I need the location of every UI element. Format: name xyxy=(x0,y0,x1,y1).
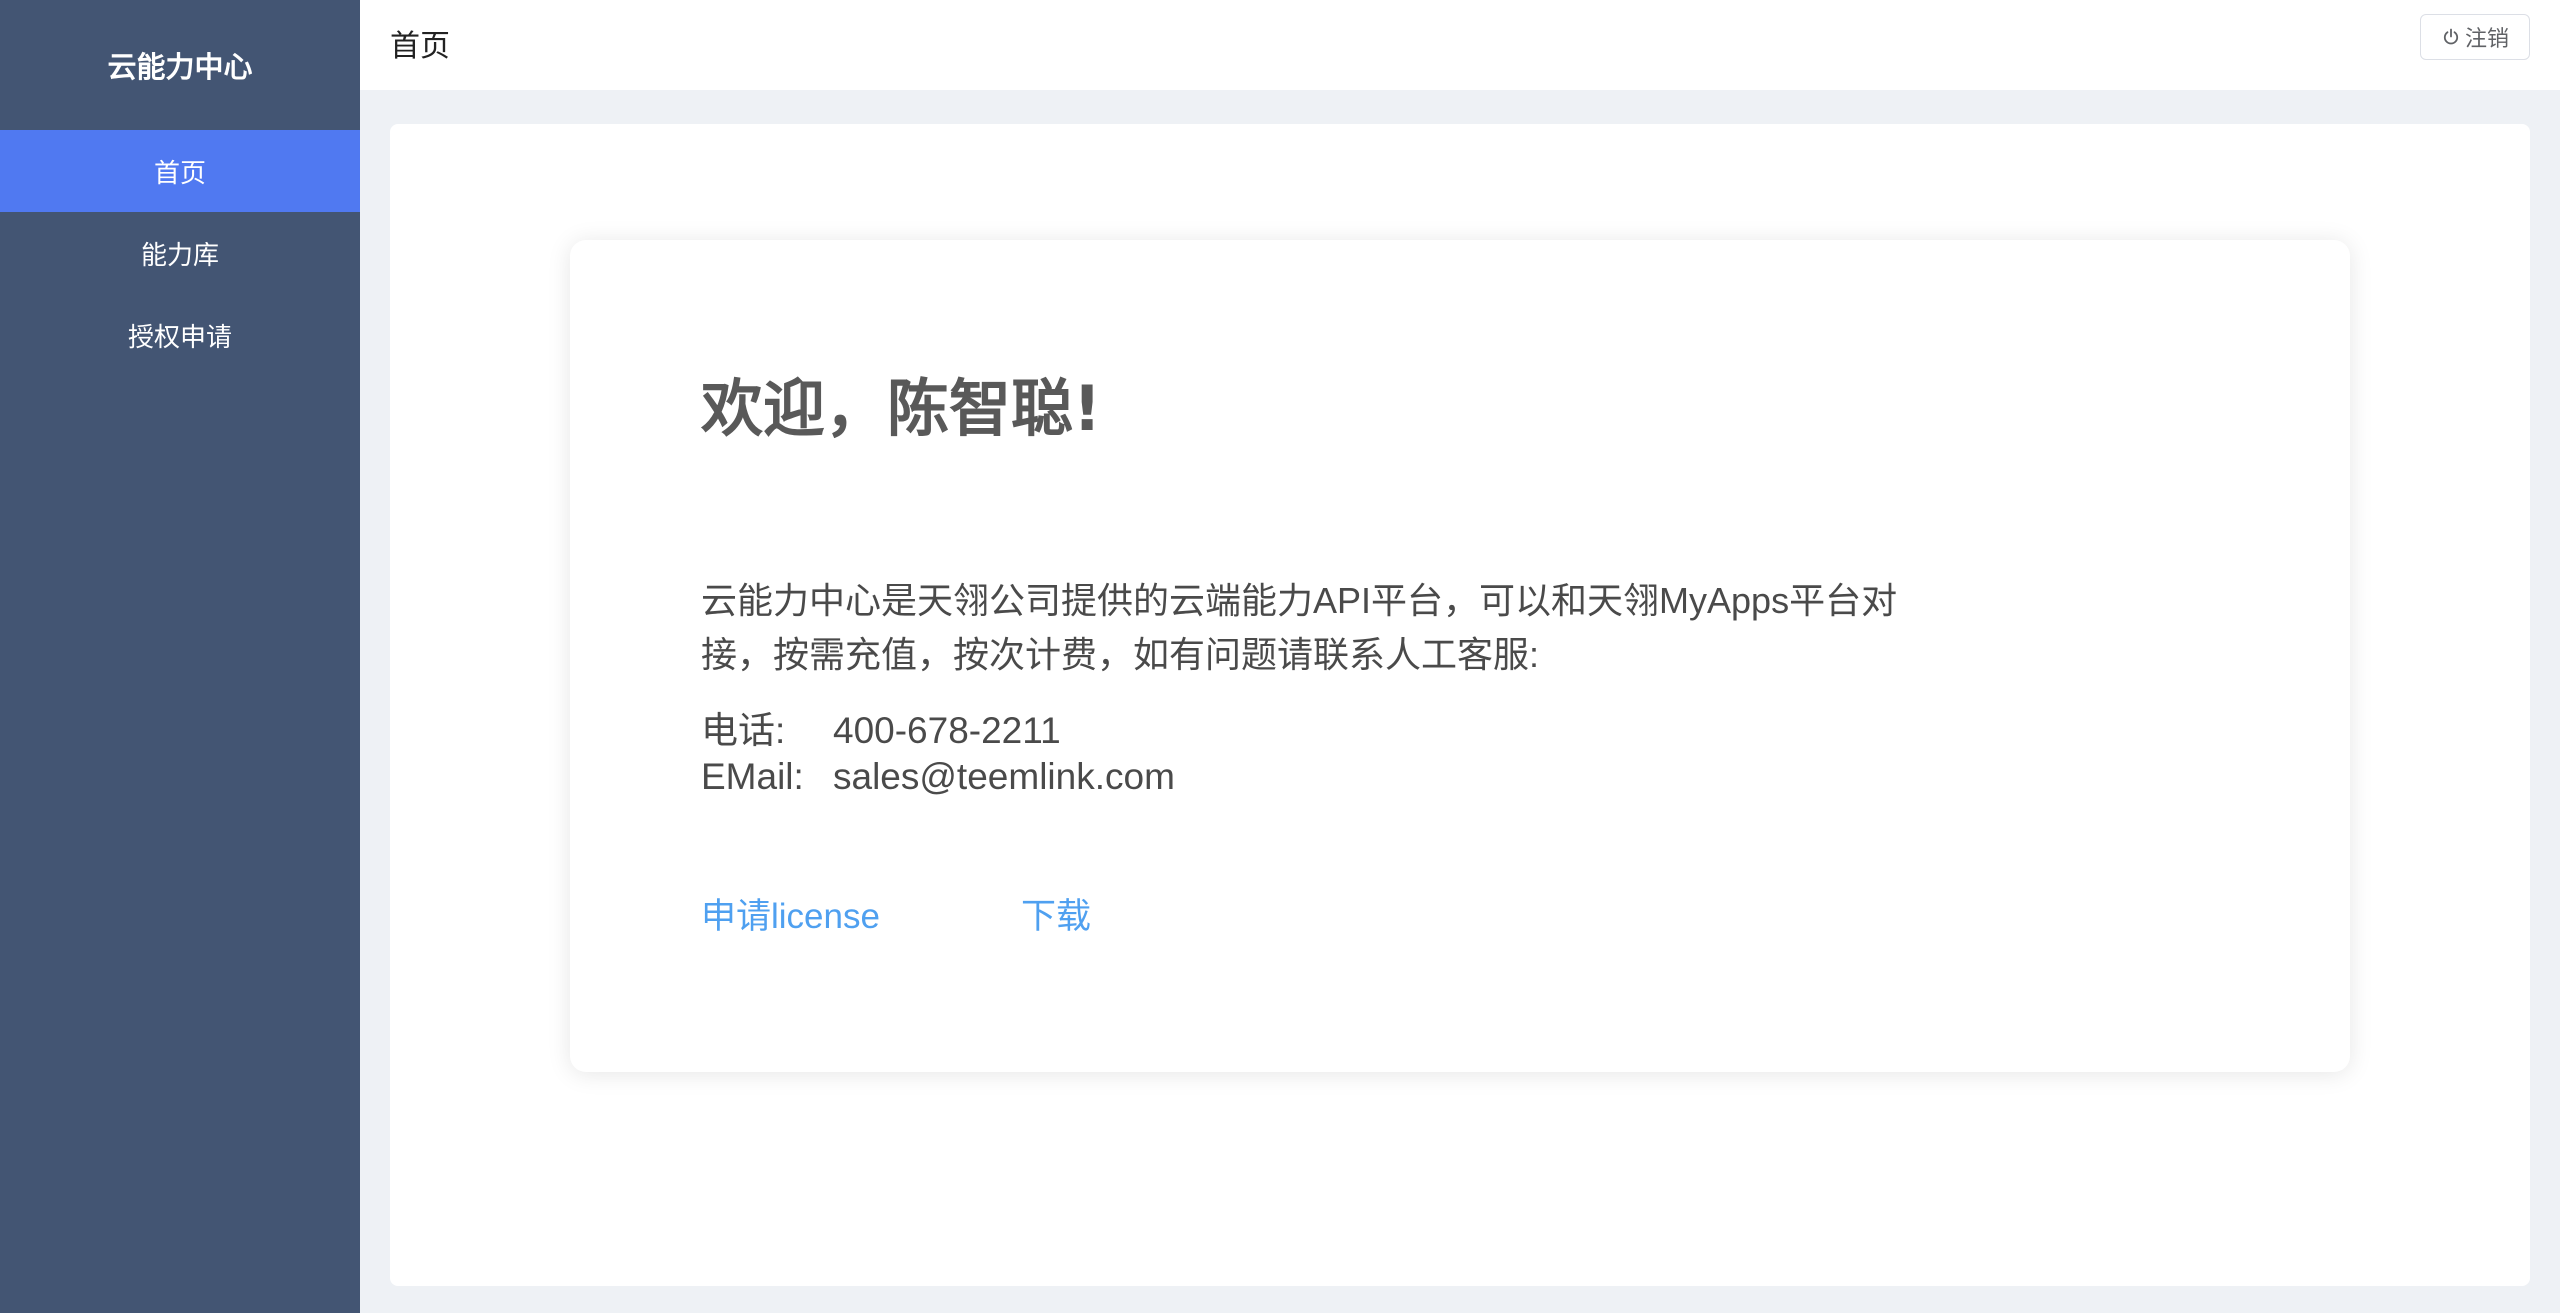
logout-label: 注销 xyxy=(2464,26,2509,51)
email-value: sales@teemlink.com xyxy=(833,756,1175,797)
sidebar-item-capability-library[interactable]: 能力库 xyxy=(0,212,360,294)
download-link[interactable]: 下载 xyxy=(1021,888,1091,939)
page-title: 首页 xyxy=(390,30,450,63)
phone-label: 电话: xyxy=(701,710,786,751)
apply-license-link[interactable]: 申请license xyxy=(701,888,1021,939)
welcome-card: 欢迎，陈智聪! 云能力中心是天翎公司提供的云端能力API平台，可以和天翎MyAp… xyxy=(570,240,2350,1072)
main-panel: 欢迎，陈智聪! 云能力中心是天翎公司提供的云端能力API平台，可以和天翎MyAp… xyxy=(390,124,2530,1286)
logout-button[interactable]: 注销 xyxy=(2420,14,2530,60)
sidebar: 云能力中心 首页 能力库 授权申请 xyxy=(0,0,360,1313)
sidebar-item-authorization-request[interactable]: 授权申请 xyxy=(0,294,360,376)
contact-info: 电话: 400-678-2211 EMail: sales@teemlink.com xyxy=(701,708,1175,800)
top-header: 首页 注销 xyxy=(360,0,2560,90)
sidebar-item-home[interactable]: 首页 xyxy=(0,130,360,212)
email-row: EMail: sales@teemlink.com xyxy=(701,754,1175,800)
email-label: EMail: xyxy=(701,756,804,797)
phone-value: 400-678-2211 xyxy=(833,710,1061,751)
welcome-greeting: 欢迎，陈智聪! xyxy=(701,372,1102,445)
intro-text: 云能力中心是天翎公司提供的云端能力API平台，可以和天翎MyApps平台对接，按… xyxy=(701,580,1898,675)
action-links: 申请license 下载 xyxy=(701,888,1091,939)
power-icon xyxy=(2441,27,2461,47)
app-root: 云能力中心 首页 能力库 授权申请 首页 注销 欢迎，陈智聪! 云能力中心是天翎… xyxy=(0,0,2560,1313)
phone-row: 电话: 400-678-2211 xyxy=(701,708,1175,754)
brand-title: 云能力中心 xyxy=(107,52,253,84)
